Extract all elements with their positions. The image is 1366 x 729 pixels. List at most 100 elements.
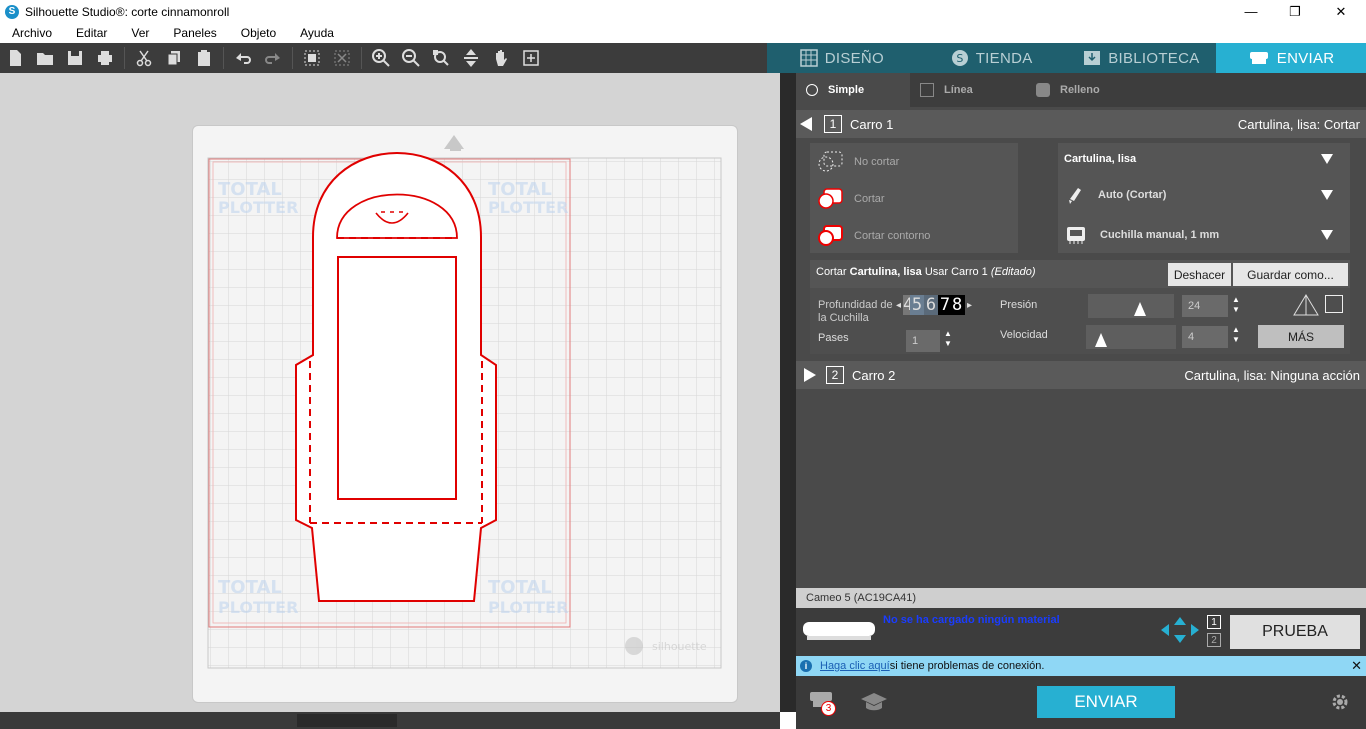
undo-icon[interactable] [228, 43, 258, 73]
speed-slider-thumb[interactable] [1095, 333, 1107, 347]
info-text: si tiene problemas de conexión. [889, 660, 1045, 672]
enviar-button[interactable]: ENVIAR [1037, 686, 1175, 718]
tool-dropdown[interactable]: Auto (Cortar) [1064, 185, 1344, 205]
tab-diseno[interactable]: DISEÑO [767, 43, 917, 73]
menu-ayuda[interactable]: Ayuda [288, 26, 346, 40]
blade-depth-selector[interactable]: ◂ 4 5 6 7 8 ▸ [896, 295, 972, 315]
pan-hand-icon[interactable] [486, 43, 516, 73]
carro-b-selector[interactable]: 2 [1207, 633, 1221, 647]
toolbar-separator [292, 47, 293, 69]
cut-scissors-icon[interactable] [129, 43, 159, 73]
silhouette-watermark: silhouette [625, 637, 707, 655]
dropdown-arrow-icon [1321, 190, 1333, 200]
cut-icon [818, 188, 843, 209]
menu-paneles[interactable]: Paneles [161, 26, 228, 40]
passes-spinner[interactable]: ▲ ▼ [944, 329, 952, 349]
menu-editar[interactable]: Editar [64, 26, 119, 40]
menu-ver[interactable]: Ver [119, 26, 161, 40]
restore-button[interactable]: ❐ [1272, 0, 1318, 23]
depth-digit: 5 [910, 295, 925, 315]
tab-enviar[interactable]: ENVIAR [1216, 43, 1366, 73]
new-file-icon[interactable] [0, 43, 30, 73]
passes-input[interactable]: 1 [906, 330, 940, 352]
copy-icon[interactable] [159, 43, 189, 73]
pressure-label: Presión [1000, 299, 1038, 311]
dropdown-arrow-icon [1321, 154, 1333, 164]
move-arrows-icon[interactable] [1160, 616, 1200, 644]
line-mode-icon [920, 83, 934, 97]
vertical-scrollbar[interactable] [780, 73, 796, 712]
connection-info-bar: i Haga clic aquí si tiene problemas de c… [796, 656, 1366, 676]
carro-2-header[interactable]: 2 Carro 2 Cartulina, lisa: Ninguna acció… [796, 361, 1366, 389]
triangle-tool-icon[interactable] [1292, 293, 1320, 317]
horizontal-scroll-thumb[interactable] [297, 714, 397, 727]
depth-digit-selected: 7 [938, 295, 953, 315]
library-download-icon [1084, 51, 1101, 65]
material-dropdown[interactable]: Cartulina, lisa [1064, 153, 1344, 165]
menu-archivo[interactable]: Archivo [0, 26, 64, 40]
ungroup-icon[interactable] [327, 43, 357, 73]
blade-dropdown[interactable]: Cuchilla manual, 1 mm [1064, 223, 1344, 247]
fit-to-page-icon[interactable] [456, 43, 486, 73]
carro-a-selector[interactable]: 1 [1207, 615, 1221, 629]
mat-drawing[interactable]: TOTAL PLOTTER TOTAL PLOTTER TOTAL PLOTTE… [192, 125, 738, 703]
prueba-button[interactable]: PRUEBA [1230, 615, 1360, 649]
open-folder-icon[interactable] [30, 43, 60, 73]
guardar-como-button[interactable]: Guardar como... [1233, 263, 1348, 286]
cortar-label: Cortar [854, 193, 885, 205]
pressure-slider-thumb[interactable] [1134, 302, 1146, 316]
mas-button[interactable]: MÁS [1258, 325, 1344, 348]
graduation-cap-icon[interactable] [860, 690, 888, 714]
add-page-icon[interactable] [516, 43, 546, 73]
speed-spinner[interactable]: ▲ ▼ [1232, 325, 1240, 345]
device-bar[interactable]: Cameo 5 (AC19CA41) [796, 588, 1366, 608]
close-button[interactable]: ✕ [1318, 0, 1364, 23]
action-no-cortar[interactable]: No cortar [814, 149, 899, 175]
deshacer-button[interactable]: Deshacer [1168, 263, 1231, 286]
tab-biblioteca[interactable]: BIBLIOTECA [1067, 43, 1217, 73]
carro-1-header[interactable]: 1 Carro 1 Cartulina, lisa: Cortar [796, 110, 1366, 138]
speed-input[interactable]: 4 [1182, 326, 1228, 348]
info-close-icon[interactable]: ✕ [1351, 658, 1362, 674]
depth-increase-icon[interactable]: ▸ [967, 300, 972, 311]
speed-slider[interactable] [1086, 325, 1176, 349]
pressure-input[interactable]: 24 [1182, 295, 1228, 317]
menu-objeto[interactable]: Objeto [229, 26, 288, 40]
group-icon[interactable] [297, 43, 327, 73]
cameo-machine-icon [803, 622, 875, 640]
action-cortar[interactable]: Cortar [814, 186, 885, 212]
tab-relleno[interactable]: Relleno [1026, 73, 1146, 107]
horizontal-scrollbar[interactable] [0, 712, 780, 729]
cut-summary-prefix: Cortar [816, 266, 850, 278]
help-link[interactable]: Haga clic aquí [820, 660, 890, 672]
save-icon[interactable] [60, 43, 90, 73]
pressure-spinner[interactable]: ▲ ▼ [1232, 295, 1240, 315]
tab-simple[interactable]: Simple [796, 73, 910, 107]
send-panel: Simple Línea Relleno 1 Carro 1 Cartulina… [796, 73, 1366, 729]
watermark-plotter-4: PLOTTER [488, 598, 568, 617]
depth-digit: 4 [903, 295, 911, 315]
zoom-select-icon[interactable] [426, 43, 456, 73]
tab-linea[interactable]: Línea [910, 73, 1026, 107]
redo-icon[interactable] [258, 43, 288, 73]
no-cut-icon [818, 151, 843, 172]
gear-icon[interactable] [1330, 692, 1350, 712]
watermark-plotter-3: PLOTTER [218, 598, 298, 617]
cut-design[interactable] [295, 152, 497, 602]
design-outline[interactable] [295, 152, 497, 602]
tab-tienda[interactable]: S TIENDA [917, 43, 1067, 73]
paste-icon[interactable] [189, 43, 219, 73]
watermark-total-3: TOTAL [218, 577, 282, 598]
action-cortar-contorno[interactable]: Cortar contorno [814, 223, 930, 249]
zoom-in-icon[interactable] [366, 43, 396, 73]
pressure-slider[interactable] [1088, 294, 1174, 318]
blade-name: Cuchilla manual, 1 mm [1100, 229, 1220, 241]
print-icon[interactable] [90, 43, 120, 73]
passes-label: Pases [818, 332, 849, 344]
depth-decrease-icon[interactable]: ◂ [896, 300, 901, 311]
zoom-out-icon[interactable] [396, 43, 426, 73]
minimize-button[interactable]: — [1228, 0, 1274, 23]
settings-checkbox[interactable] [1325, 295, 1343, 313]
tab-relleno-label: Relleno [1060, 84, 1100, 96]
depth-digit-strip[interactable]: 4 5 6 7 8 [903, 295, 966, 315]
